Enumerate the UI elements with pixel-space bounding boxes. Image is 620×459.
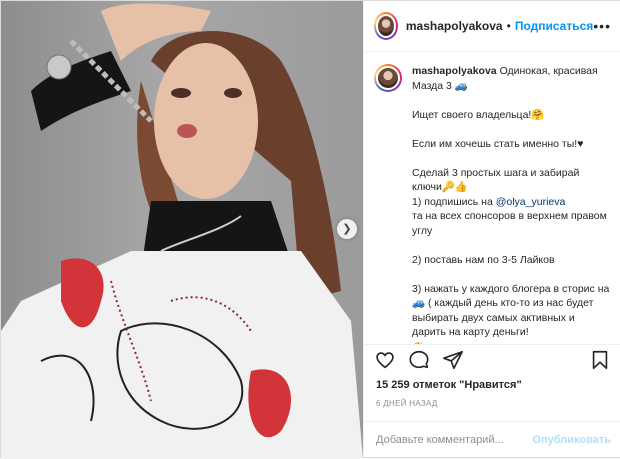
more-options-icon[interactable]: •••	[593, 18, 611, 34]
instagram-post: ❯ mashapolyakova • Подписаться ••• masha…	[0, 0, 620, 459]
comment-icon[interactable]	[408, 349, 430, 371]
caption-text: mashapolyakova Одинокая, красивая Мазда …	[412, 64, 611, 344]
heart-icon[interactable]	[374, 349, 396, 371]
post-timestamp[interactable]: 6 ДНЕЙ НАЗАД	[376, 399, 438, 408]
comment-bar: Опубликовать	[364, 421, 620, 457]
mention-link[interactable]: @olya_yurieva	[496, 196, 566, 208]
caption-area: mashapolyakova Одинокая, красивая Мазда …	[364, 52, 620, 344]
photo-illustration	[1, 3, 363, 459]
publish-button[interactable]: Опубликовать	[532, 434, 611, 446]
caption-row: mashapolyakova Одинокая, красивая Мазда …	[364, 52, 620, 344]
caption-line: та на всех спонсоров в верхнем правом уг…	[412, 210, 610, 237]
header-username[interactable]: mashapolyakova	[406, 19, 503, 33]
caption-line: Если им хочешь стать именно ты!♥	[412, 137, 584, 150]
bookmark-icon[interactable]	[589, 349, 611, 371]
comment-input[interactable]	[374, 432, 533, 447]
caption-line: 1) подпишись на	[412, 195, 496, 208]
action-bar	[364, 344, 620, 374]
share-icon[interactable]	[442, 349, 464, 371]
next-photo-button[interactable]: ❯	[337, 219, 357, 239]
post-photo[interactable]: ❯	[1, 1, 363, 459]
caption-line: 3) нажать у каждого блогера в сторис на …	[412, 282, 613, 339]
post-side-panel: mashapolyakova • Подписаться ••• mashapo…	[363, 1, 620, 457]
avatar[interactable]	[374, 64, 402, 92]
likes-count[interactable]: 15 259 отметок "Нравится"	[376, 379, 522, 391]
caption-line: 2) поставь нам по 3-5 Лайков	[412, 253, 555, 266]
follow-button[interactable]: Подписаться	[515, 19, 593, 33]
caption-username[interactable]: mashapolyakova	[412, 65, 497, 77]
chevron-right-icon: ❯	[342, 222, 352, 235]
separator-dot: •	[506, 19, 511, 33]
caption-line: Ищет своего владельца!🤗	[412, 108, 545, 121]
post-header: mashapolyakova • Подписаться •••	[364, 1, 620, 52]
avatar[interactable]	[374, 12, 398, 40]
caption-line: Сделай 3 простых шага и забирай ключи🔑👍	[412, 166, 583, 194]
